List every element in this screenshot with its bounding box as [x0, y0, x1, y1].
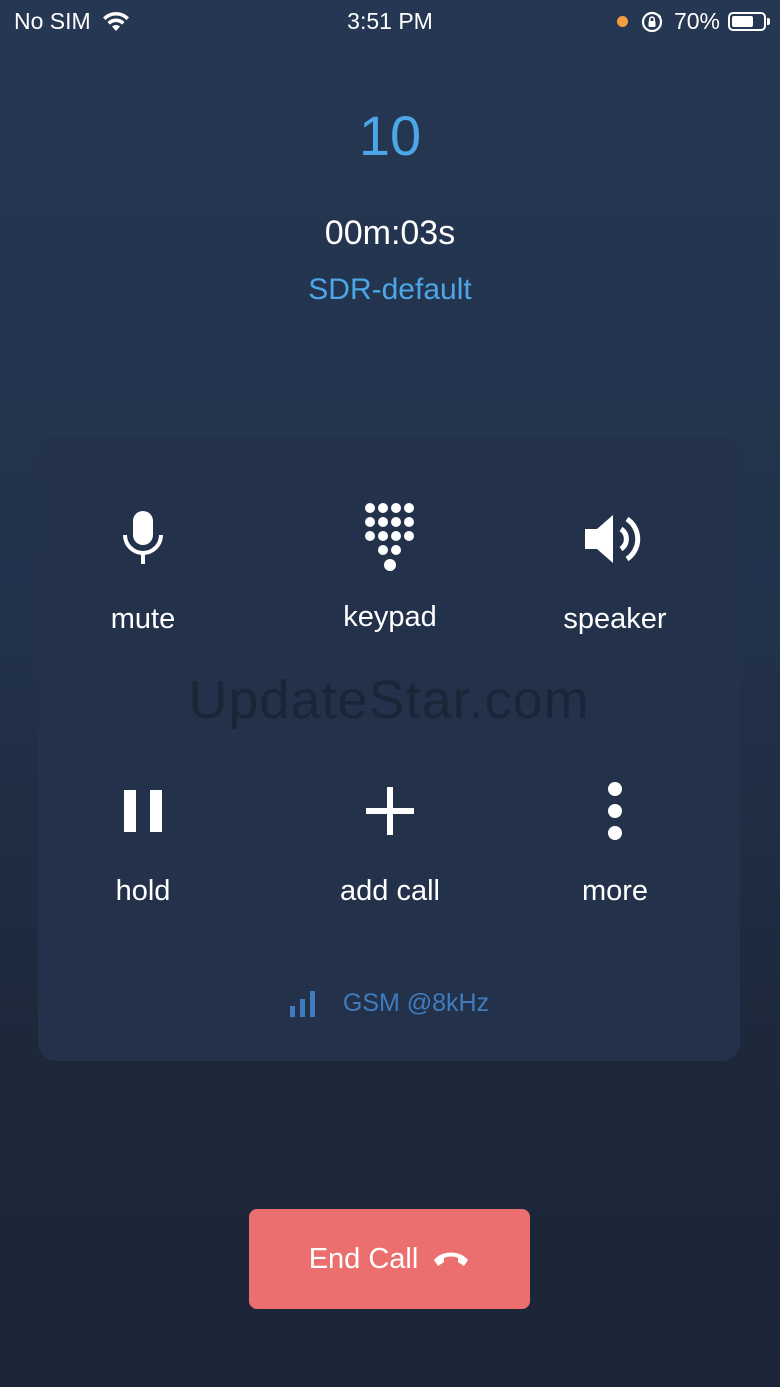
battery-fill	[732, 16, 753, 27]
codec-info: GSM @8kHz	[38, 989, 740, 1018]
more-vertical-icon	[608, 782, 622, 840]
call-duration: 00m:03s	[324, 214, 456, 252]
hold-button[interactable]: hold	[43, 771, 243, 908]
end-call-button[interactable]: End Call	[249, 1209, 530, 1309]
speaker-button[interactable]: speaker	[515, 499, 715, 636]
mute-button[interactable]: mute	[43, 499, 243, 636]
add-call-label: add call	[340, 875, 440, 907]
rotation-lock-icon	[641, 11, 663, 32]
mute-label: mute	[110, 603, 176, 635]
status-right: 70%	[616, 8, 770, 35]
battery-nub	[767, 18, 770, 25]
battery-icon	[728, 12, 770, 31]
hangup-icon	[434, 1252, 469, 1266]
watermark: UpdateStar.com	[188, 670, 590, 730]
end-call-label: End Call	[308, 1242, 419, 1275]
plus-icon	[366, 787, 414, 835]
privacy-indicator-dot	[616, 16, 628, 27]
keypad-label: keypad	[343, 601, 437, 633]
more-button[interactable]: more	[515, 771, 715, 908]
speaker-label: speaker	[563, 603, 667, 635]
more-label: more	[581, 875, 649, 907]
speaker-icon	[585, 515, 641, 563]
add-call-button[interactable]: add call	[290, 771, 490, 908]
microphone-icon	[123, 511, 163, 564]
call-account: SDR-default	[308, 273, 472, 306]
keypad-icon	[365, 503, 414, 571]
keypad-button[interactable]: keypad	[290, 497, 490, 634]
hold-label: hold	[115, 875, 171, 907]
status-bar: No SIM 3:51 PM 70%	[0, 0, 780, 44]
battery-percent: 70%	[673, 8, 720, 34]
signal-bars-icon	[289, 990, 315, 1017]
codec-label: GSM @8kHz	[342, 989, 490, 1017]
call-number: 10	[358, 104, 422, 167]
call-controls-panel: UpdateStar.com mute keypad speaker hold …	[38, 437, 740, 1061]
pause-icon	[124, 790, 162, 832]
